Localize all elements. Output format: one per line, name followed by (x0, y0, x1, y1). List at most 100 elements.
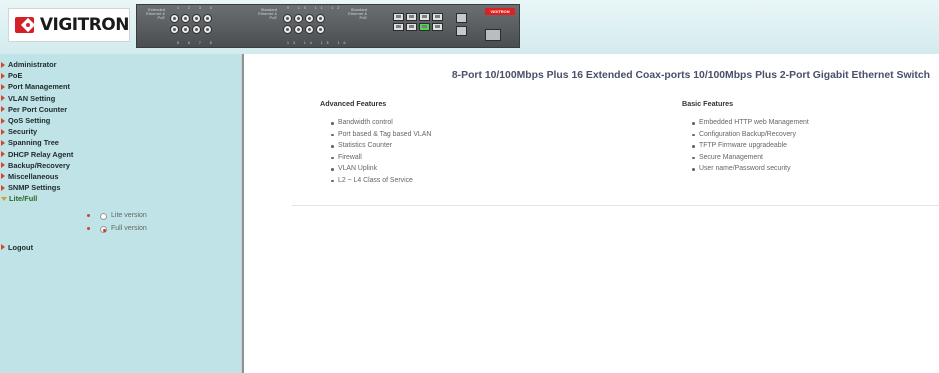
arrow-right-icon (1, 95, 5, 102)
main-content: 8-Port 10/100Mbps Plus 16 Extended Coax-… (244, 54, 939, 373)
coax-ports-group1 (170, 14, 212, 34)
arrow-right-icon (1, 61, 5, 68)
sidebar: Administrator PoE Port Management VLAN S… (0, 54, 241, 373)
arrow-right-icon (1, 117, 5, 124)
arrow-down-icon (1, 196, 7, 201)
sidebar-item-spanning-tree[interactable]: Spanning Tree (0, 137, 241, 148)
sidebar-item-label: Port Management (8, 82, 71, 92)
panel-group1-top-numbers: 1 2 3 4 (177, 6, 216, 10)
page-title: 8-Port 10/100Mbps Plus 16 Extended Coax-… (451, 70, 930, 81)
lite-version-label: Lite version (111, 212, 147, 220)
coax-port[interactable] (203, 14, 212, 23)
sidebar-item-vlan-setting[interactable]: VLAN Setting (0, 93, 241, 104)
sidebar-item-qos-setting[interactable]: QoS Setting (0, 115, 241, 126)
sidebar-item-miscellaneous[interactable]: Miscellaneous (0, 171, 241, 182)
sidebar-item-label: Lite/Full (9, 194, 38, 204)
ethernet-port[interactable] (432, 23, 443, 31)
sidebar-item-label: Backup/Recovery (8, 160, 71, 170)
coax-port[interactable] (170, 14, 179, 23)
list-item: Port based & Tag based VLAN (329, 129, 431, 141)
coax-port[interactable] (192, 14, 201, 23)
ethernet-port[interactable] (406, 23, 417, 31)
coax-port[interactable] (305, 14, 314, 23)
arrow-right-icon (1, 151, 5, 158)
ethernet-port[interactable] (432, 13, 443, 21)
list-item: VLAN Uplink (329, 163, 431, 175)
sidebar-item-label: SNMP Settings (8, 183, 61, 193)
list-item: TFTP Firmware upgradeable (690, 140, 809, 152)
sidebar-item-poe[interactable]: PoE (0, 70, 241, 81)
logo-text: VIGITRON (39, 15, 130, 35)
list-item: User name/Password security (690, 163, 809, 175)
sidebar-item-per-port-counter[interactable]: Per Port Counter (0, 104, 241, 115)
sidebar-item-label: Administrator (8, 60, 57, 70)
full-version-option[interactable]: Full version (0, 223, 241, 236)
advanced-features-heading: Advanced Features (320, 99, 387, 108)
sidebar-item-label: Miscellaneous (8, 171, 59, 181)
sidebar-item-snmp-settings[interactable]: SNMP Settings (0, 182, 241, 193)
coax-port[interactable] (294, 14, 303, 23)
sidebar-item-security[interactable]: Security (0, 126, 241, 137)
lite-version-option[interactable]: Lite version (0, 210, 241, 223)
ethernet-port[interactable] (393, 23, 404, 31)
sidebar-item-lite-full[interactable]: Lite/Full (0, 193, 241, 204)
coax-port[interactable] (283, 25, 292, 34)
ethernet-port[interactable] (393, 13, 404, 21)
arrow-right-icon (1, 139, 5, 146)
ethernet-ports (393, 13, 443, 31)
arrow-right-icon (1, 244, 5, 251)
divider (292, 205, 939, 206)
full-version-radio[interactable] (100, 226, 107, 234)
sidebar-item-label: Spanning Tree (8, 138, 59, 148)
arrow-right-icon (1, 83, 5, 90)
ethernet-port[interactable] (419, 13, 430, 21)
sidebar-item-label: QoS Setting (8, 116, 51, 126)
arrow-right-icon (1, 72, 5, 79)
bullet-icon (87, 227, 90, 231)
coax-ports-group2 (283, 14, 325, 34)
sfp-port[interactable] (456, 13, 467, 23)
lite-version-radio[interactable] (100, 213, 107, 221)
switch-front-panel: Extended Ethernet & PoE 1 2 3 4 5 6 7 8 … (136, 4, 520, 48)
coax-port[interactable] (294, 25, 303, 34)
advanced-features-list: Bandwidth control Port based & Tag based… (329, 117, 431, 187)
vigitron-eye-icon (15, 17, 34, 33)
sidebar-item-backup-recovery[interactable]: Backup/Recovery (0, 160, 241, 171)
basic-features-heading: Basic Features (682, 99, 734, 108)
sidebar-item-administrator[interactable]: Administrator (0, 59, 241, 70)
sidebar-item-dhcp-relay-agent[interactable]: DHCP Relay Agent (0, 149, 241, 160)
arrow-right-icon (1, 106, 5, 113)
coax-port[interactable] (170, 25, 179, 34)
sidebar-item-label: VLAN Setting (8, 93, 56, 103)
coax-port[interactable] (181, 25, 190, 34)
list-item: Embedded HTTP web Management (690, 117, 809, 129)
coax-port[interactable] (316, 25, 325, 34)
list-item: Statistics Counter (329, 140, 431, 152)
coax-port[interactable] (316, 14, 325, 23)
sidebar-item-logout[interactable]: Logout (0, 241, 241, 252)
arrow-right-icon (1, 173, 5, 180)
sidebar-menu: Administrator PoE Port Management VLAN S… (0, 59, 241, 253)
bullet-icon (87, 214, 90, 218)
ethernet-port-active[interactable] (419, 23, 430, 31)
coax-port[interactable] (192, 25, 201, 34)
sidebar-item-label: DHCP Relay Agent (8, 149, 74, 159)
list-item: L2 ~ L4 Class of Service (329, 175, 431, 187)
list-item: Secure Management (690, 152, 809, 164)
coax-port[interactable] (305, 25, 314, 34)
sidebar-item-label: Logout (8, 242, 34, 252)
coax-port[interactable] (181, 14, 190, 23)
sfp-port[interactable] (456, 26, 467, 36)
panel-brand: VIGITRON (485, 8, 515, 15)
ethernet-port[interactable] (406, 13, 417, 21)
coax-port[interactable] (203, 25, 212, 34)
panel-group2-top-numbers: 9 10 11 12 (287, 6, 344, 10)
sidebar-item-label: Security (8, 127, 38, 137)
list-item: Bandwidth control (329, 117, 431, 129)
basic-features-list: Embedded HTTP web Management Configurati… (690, 117, 809, 175)
panel-group1-label: Extended Ethernet & PoE (146, 7, 165, 20)
console-port[interactable] (485, 29, 501, 41)
sidebar-item-port-management[interactable]: Port Management (0, 81, 241, 92)
list-item: Firewall (329, 152, 431, 164)
coax-port[interactable] (283, 14, 292, 23)
